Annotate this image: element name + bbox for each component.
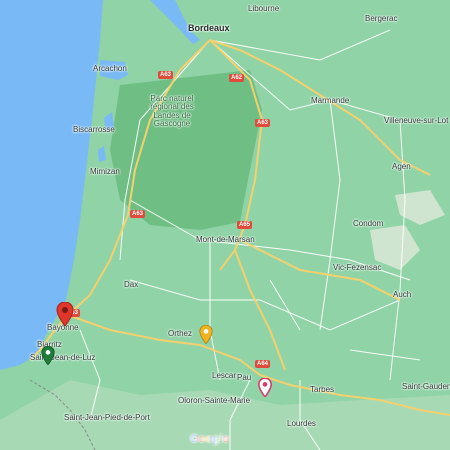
- google-logo: Google: [190, 433, 229, 445]
- city-label-saint-jean-pied-de-port: Saint-Jean-Pied-de-Port: [64, 413, 150, 422]
- highway-shield: A63: [158, 71, 174, 79]
- city-label-saint-jean-de-luz: Saint-Jean-de-Luz: [30, 353, 96, 362]
- city-label-auch: Auch: [393, 290, 412, 299]
- highway-shield: A63: [255, 119, 271, 127]
- city-label-vic-fezensac: Vic-Fezensac: [333, 263, 382, 272]
- city-label-mimizan: Mimizan: [90, 167, 120, 176]
- city-label-condom: Condom: [353, 219, 384, 228]
- city-label-lescar: Lescar: [212, 371, 237, 380]
- city-label-biscarrosse: Biscarrosse: [73, 125, 115, 134]
- pink-pin-icon[interactable]: [258, 378, 272, 397]
- city-label-arcachon: Arcachon: [93, 64, 127, 73]
- city-label-oloron: Oloron-Sainte-Marie: [178, 396, 251, 405]
- google-logo-text: Google: [190, 433, 230, 445]
- orange-pin-icon[interactable]: [199, 325, 213, 344]
- city-label-bergerac: Bergerac: [365, 14, 398, 23]
- city-label-tarbes: Tarbes: [310, 385, 335, 394]
- city-label-agen: Agen: [392, 162, 411, 171]
- city-label-mont-de-marsan: Mont-de-Marsan: [196, 235, 255, 244]
- green-pin-icon[interactable]: [41, 346, 55, 365]
- city-label-lourdes: Lourdes: [287, 419, 316, 428]
- red-pin-icon[interactable]: [56, 302, 74, 326]
- highway-shield: A64: [255, 360, 271, 368]
- city-label-marmande: Marmande: [311, 96, 350, 105]
- highway-shield: A65: [237, 221, 253, 229]
- city-label-saint-gaudens: Saint-Gaudens: [402, 382, 450, 391]
- city-label-dax: Dax: [124, 280, 139, 289]
- highway-shield: A63: [130, 210, 146, 218]
- city-label-libourne: Libourne: [248, 4, 280, 13]
- map-view[interactable]: Bordeaux Libourne Bergerac Arcachon Marm…: [0, 0, 450, 450]
- city-label-villeneuve: Villeneuve-sur-Lot: [384, 116, 449, 125]
- highway-shield: A62: [229, 74, 245, 82]
- city-label-bordeaux: Bordeaux: [188, 23, 230, 33]
- park-label: Parc naturel régional des Landes de Gasc…: [150, 94, 194, 129]
- city-label-pau: Pau: [237, 373, 252, 382]
- city-label-orthez: Orthez: [168, 329, 193, 338]
